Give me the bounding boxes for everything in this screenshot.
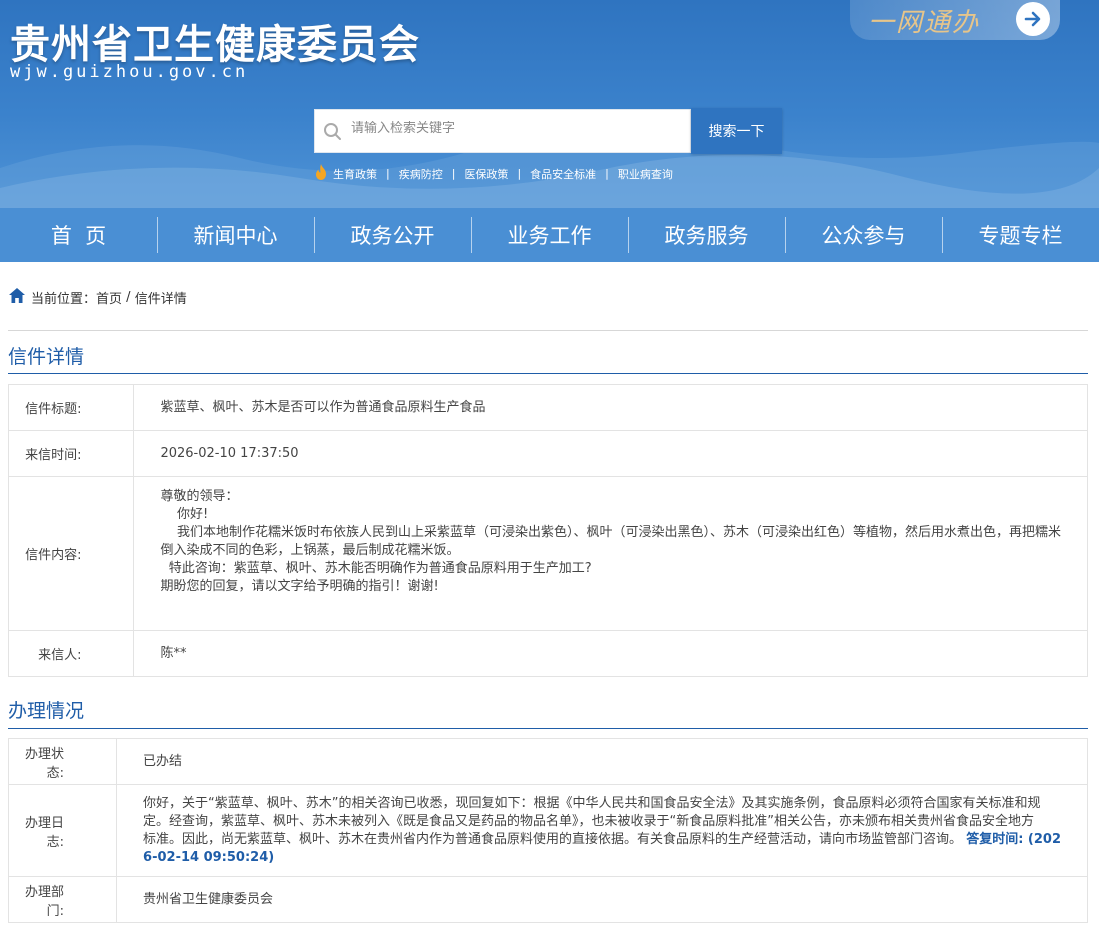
handling-log-value: 你好，关于“紫蓝草、枫叶、苏木”的相关咨询已收悉，现回复如下：根据《中华人民共和… [116, 784, 1088, 877]
content-line: 期盼您的回复，请以文字给予明确的指引！谢谢! [160, 578, 439, 594]
handling-log-label: 办理日志: [7, 784, 118, 877]
table-row: 办理日志: 你好，关于“紫蓝草、枫叶、苏木”的相关咨询已收悉，现回复如下：根据《… [7, 784, 1088, 877]
breadcrumb-home-link[interactable]: 首页 [96, 288, 122, 307]
handling-section-title: 办理情况 [8, 700, 85, 722]
ywtb-banner[interactable]: 一网通办 [850, 0, 1060, 40]
content-line: 你好! [160, 506, 209, 522]
content-line: 我们本地制作花糯米饭时布依族人民到山上采紫蓝草（可浸染出紫色）、枫叶（可浸染出黑… [160, 524, 1061, 540]
breadcrumb-prefix: 当前位置： [31, 292, 97, 307]
letter-section-title: 信件详情 [8, 346, 85, 368]
hotwords-bar: 生育政策 | 疾病防控 | 医保政策 | 食品安全标准 | 职业病查询 [313, 163, 673, 184]
nav-item-public-participation[interactable]: 公众参与 [785, 208, 942, 262]
letter-content-label: 信件内容: [7, 476, 135, 631]
content-line: 倒入染成不同的色彩，上锅蒸，最后制成花糯米饭。 [160, 542, 460, 558]
nav-item-business[interactable]: 业务工作 [471, 208, 628, 262]
search-input[interactable] [351, 121, 681, 136]
table-row: 信件内容: 尊敬的领导： 你好! 我们本地制作花糯米饭时布依族人民到山上采紫蓝草… [7, 476, 1088, 631]
nav-item-gov-services[interactable]: 政务服务 [628, 208, 785, 262]
nav-item-news[interactable]: 新闻中心 [157, 208, 314, 262]
letter-time-label: 来信时间: [7, 430, 135, 477]
log-line: 你好，关于“紫蓝草、枫叶、苏木”的相关咨询已收悉，现回复如下：根据《中华人民共和… [143, 795, 1041, 811]
table-row: 办理部门: 贵州省卫生健康委员会 [7, 876, 1088, 923]
letter-content-value: 尊敬的领导： 你好! 我们本地制作花糯米饭时布依族人民到山上采紫蓝草（可浸染出紫… [133, 476, 1088, 631]
reply-time-cont: 6-02-14 09:50:24) [143, 849, 275, 865]
arrow-right-icon[interactable] [1016, 2, 1050, 36]
hotword-link[interactable]: 生育政策 [333, 166, 377, 182]
ywtb-label: 一网通办 [868, 8, 981, 38]
breadcrumb-current: 信件详情 [134, 292, 187, 307]
nav-item-gov-affairs[interactable]: 政务公开 [314, 208, 471, 262]
nav-item-home[interactable]: 首 页 [0, 208, 157, 262]
search-box [314, 109, 691, 153]
hotword-link[interactable]: 医保政策 [464, 166, 508, 182]
flame-icon [313, 163, 329, 184]
handling-status-value: 已办结 [116, 738, 1088, 785]
handling-status-label: 办理状态: [7, 738, 118, 785]
content-line: 特此咨询：紫蓝草、枫叶、苏木能否明确作为普通食品原料用于生产加工? [160, 560, 592, 576]
log-line: 标准。因此，尚无紫蓝草、枫叶、苏木在贵州省内作为普通食品原料使用的直接依据。有关… [143, 831, 963, 847]
hotword-link[interactable]: 职业病查询 [618, 166, 673, 182]
breadcrumb-separator: / [122, 290, 135, 305]
main-nav: 首 页 新闻中心 政务公开 业务工作 政务服务 公众参与 专题专栏 [0, 208, 1099, 262]
search-icon [323, 122, 343, 146]
divider [8, 330, 1088, 331]
table-row: 来信人: 陈** [7, 630, 1088, 677]
nav-item-special-topics[interactable]: 专题专栏 [942, 208, 1099, 262]
reply-time: 答复时间: (202 [966, 831, 1061, 847]
letter-sender-value: 陈** [133, 630, 1088, 677]
handling-dept-value: 贵州省卫生健康委员会 [116, 876, 1088, 923]
hotword-link[interactable]: 食品安全标准 [530, 166, 596, 182]
search-button[interactable]: 搜索一下 [691, 108, 782, 154]
hotword-link[interactable]: 疾病防控 [399, 166, 443, 182]
log-line: 定。经查询，紫蓝草、枫叶、苏木未被列入《既是食品又是药品的物品名单》，也未被收录… [143, 813, 1035, 829]
letter-sender-label: 来信人: [7, 630, 135, 677]
site-domain: wjw.guizhou.gov.cn [10, 62, 249, 82]
handling-dept-label: 办理部门: [7, 876, 118, 923]
letter-title-label: 信件标题: [7, 384, 135, 431]
home-icon [8, 287, 26, 308]
section-divider [8, 373, 1088, 374]
handling-detail-table: 办理状态: 已办结 办理日志: 你好，关于“紫蓝草、枫叶、苏木”的相关咨询已收悉… [7, 738, 1088, 923]
letter-detail-table: 信件标题: 紫蓝草、枫叶、苏木是否可以作为普通食品原料生产食品 来信时间: 20… [7, 384, 1088, 677]
content-line: 尊敬的领导： [160, 488, 239, 504]
section-divider [8, 728, 1088, 729]
table-row: 信件标题: 紫蓝草、枫叶、苏木是否可以作为普通食品原料生产食品 [7, 384, 1088, 431]
table-row: 来信时间: 2026-02-10 17:37:50 [7, 430, 1088, 477]
breadcrumb: 当前位置： 首页 / 信件详情 [8, 287, 187, 308]
letter-time-value: 2026-02-10 17:37:50 [133, 430, 1088, 477]
table-row: 办理状态: 已办结 [7, 738, 1088, 785]
site-header: 贵州省卫生健康委员会 wjw.guizhou.gov.cn 一网通办 搜索一下 … [0, 0, 1099, 208]
letter-title-value: 紫蓝草、枫叶、苏木是否可以作为普通食品原料生产食品 [133, 384, 1088, 431]
